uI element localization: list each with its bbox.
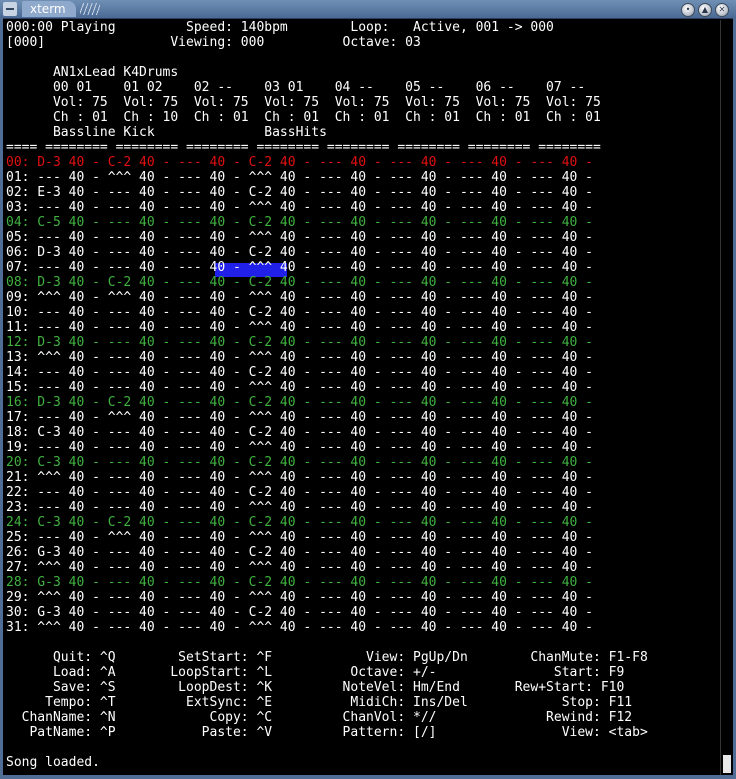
pattern-row[interactable]: 15: --- 40 - --- 40 - --- 40 - ^^^ 40 - …	[6, 380, 593, 395]
status-line-1: 000:00 Playing Speed: 140bpm Loop: Activ…	[6, 20, 554, 35]
window-frame-bottom	[0, 775, 736, 779]
pattern-row[interactable]: 27: ^^^ 40 - --- 40 - --- 40 - ^^^ 40 - …	[6, 560, 593, 575]
scrollbar[interactable]	[720, 20, 733, 775]
channel-numbers: 00 01 01 02 02 -- 03 01 04 -- 05 -- 06 -…	[6, 80, 586, 95]
pattern-row[interactable]: 20: C-3 40 - --- 40 - --- 40 - C-2 40 - …	[6, 455, 593, 470]
pattern-row[interactable]: 17: --- 40 - ^^^ 40 - --- 40 - ^^^ 40 - …	[6, 410, 593, 425]
pattern-row[interactable]: 28: G-3 40 - --- 40 - --- 40 - C-2 40 - …	[6, 575, 593, 590]
pattern-row[interactable]: 11: --- 40 - --- 40 - --- 40 - ^^^ 40 - …	[6, 320, 593, 335]
pattern-row[interactable]: 19: --- 40 - --- 40 - --- 40 - ^^^ 40 - …	[6, 440, 593, 455]
pattern-row[interactable]: 16: D-3 40 - C-2 40 - --- 40 - C-2 40 - …	[6, 395, 593, 410]
pattern-row[interactable]: 13: ^^^ 40 - --- 40 - --- 40 - ^^^ 40 - …	[6, 350, 593, 365]
window-menu-icon[interactable]	[3, 2, 17, 16]
minimize-button[interactable]: •	[681, 3, 695, 17]
pattern-row[interactable]: 25: --- 40 - ^^^ 40 - --- 40 - ^^^ 40 - …	[6, 530, 593, 545]
scrollbar-thumb[interactable]	[723, 755, 731, 773]
pattern-row[interactable]: 24: C-3 40 - C-2 40 - --- 40 - C-2 40 - …	[6, 515, 593, 530]
pattern-row[interactable]: 26: G-3 40 - --- 40 - --- 40 - C-2 40 - …	[6, 545, 593, 560]
help-line: Load: ^A LoopStart: ^L Octave: +/- Start…	[6, 665, 625, 680]
pattern-row[interactable]: 01: --- 40 - ^^^ 40 - --- 40 - ^^^ 40 - …	[6, 170, 593, 185]
pattern-row[interactable]: 14: --- 40 - --- 40 - --- 40 - C-2 40 - …	[6, 365, 593, 380]
status-line-2: [000] Viewing: 000 Octave: 03	[6, 35, 421, 50]
pattern-row[interactable]: 10: --- 40 - --- 40 - --- 40 - C-2 40 - …	[6, 305, 593, 320]
help-line: Save: ^S LoopDest: ^K NoteVel: Hm/End Re…	[6, 680, 625, 695]
channel-volumes: Vol: 75 Vol: 75 Vol: 75 Vol: 75 Vol: 75 …	[6, 95, 601, 110]
window-frame-left	[0, 18, 3, 779]
channel-midi: Ch : 01 Ch : 10 Ch : 01 Ch : 01 Ch : 01 …	[6, 110, 601, 125]
pattern-row[interactable]: 21: ^^^ 40 - --- 40 - --- 40 - ^^^ 40 - …	[6, 470, 593, 485]
pattern-row[interactable]: 02: E-3 40 - --- 40 - --- 40 - C-2 40 - …	[6, 185, 593, 200]
pattern-row[interactable]: 03: --- 40 - --- 40 - --- 40 - ^^^ 40 - …	[6, 200, 593, 215]
pattern-row[interactable]: 31: ^^^ 40 - --- 40 - --- 40 - ^^^ 40 - …	[6, 620, 593, 635]
help-line: ChanName: ^N Copy: ^C ChanVol: *// Rewin…	[6, 710, 633, 725]
pattern-row[interactable]: 22: --- 40 - --- 40 - --- 40 - C-2 40 - …	[6, 485, 593, 500]
pattern-row[interactable]: 12: D-3 40 - --- 40 - --- 40 - C-2 40 - …	[6, 335, 593, 350]
pattern-row[interactable]: 07: --- 40 - --- 40 - --- 40 - ^^^ 40 - …	[6, 260, 593, 275]
close-button[interactable]: ✕	[715, 3, 729, 17]
help-line: Tempo: ^T ExtSync: ^E MidiCh: Ins/Del St…	[6, 695, 633, 710]
titlebar-grip	[80, 3, 100, 15]
pattern-row[interactable]: 29: ^^^ 40 - --- 40 - --- 40 - ^^^ 40 - …	[6, 590, 593, 605]
pattern-row[interactable]: 30: G-3 40 - --- 40 - --- 40 - C-2 40 - …	[6, 605, 593, 620]
window-title: xterm	[22, 1, 76, 17]
pattern-row[interactable]: 00: D-3 40 - C-2 40 - --- 40 - C-2 40 - …	[6, 155, 593, 170]
pattern-row[interactable]: 09: ^^^ 40 - ^^^ 40 - --- 40 - ^^^ 40 - …	[6, 290, 593, 305]
pattern-row[interactable]: 05: --- 40 - --- 40 - --- 40 - ^^^ 40 - …	[6, 230, 593, 245]
pattern-row[interactable]: 06: D-3 40 - --- 40 - --- 40 - C-2 40 - …	[6, 245, 593, 260]
pattern-separator: ==== ======== ======== ======== ========…	[6, 140, 601, 155]
message-line: Song loaded.	[6, 755, 100, 770]
pattern-row[interactable]: 23: --- 40 - --- 40 - --- 40 - ^^^ 40 - …	[6, 500, 593, 515]
help-line: Quit: ^Q SetStart: ^F View: PgUp/Dn Chan…	[6, 650, 648, 665]
maximize-button[interactable]: ▲	[698, 3, 712, 17]
channel-labels: Bassline Kick BassHits	[6, 125, 327, 140]
terminal-area[interactable]: 000:00 Playing Speed: 140bpm Loop: Activ…	[6, 20, 718, 775]
pattern-row[interactable]: 04: C-5 40 - --- 40 - --- 40 - C-2 40 - …	[6, 215, 593, 230]
window-titlebar[interactable]: xterm • ▲ ✕	[0, 0, 736, 19]
pattern-row[interactable]: 08: D-3 40 - C-2 40 - --- 40 - C-2 40 - …	[6, 275, 593, 290]
pattern-row[interactable]: 18: C-3 40 - --- 40 - --- 40 - C-2 40 - …	[6, 425, 593, 440]
channel-names: AN1xLead K4Drums	[6, 65, 179, 80]
help-line: PatName: ^P Paste: ^V Pattern: [/] View:…	[6, 725, 648, 740]
